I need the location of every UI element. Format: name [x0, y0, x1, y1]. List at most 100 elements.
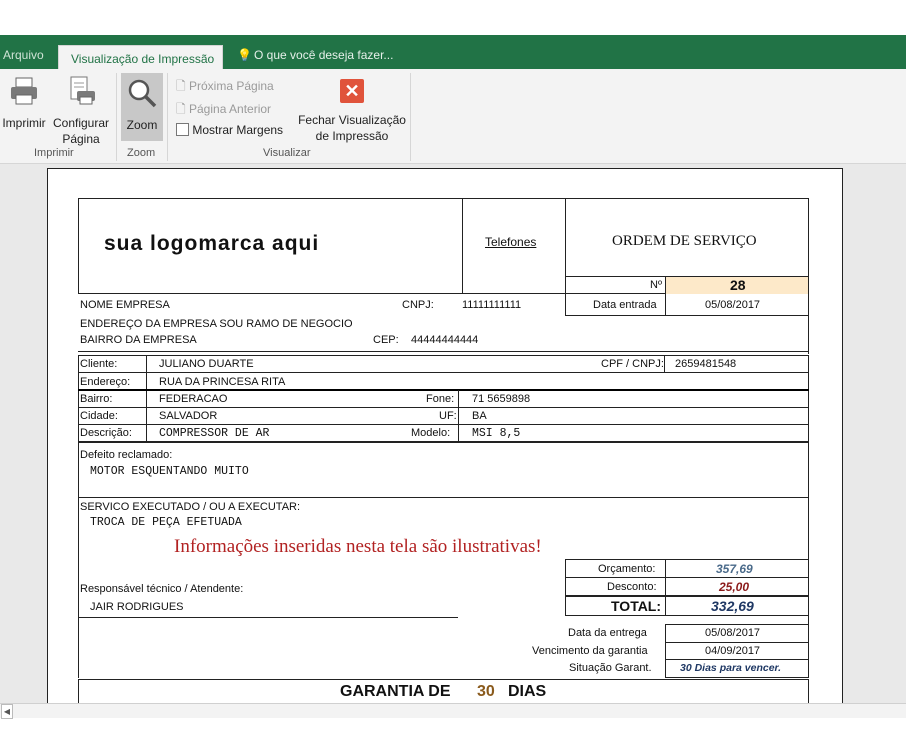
address-label: Endereço: — [80, 376, 131, 388]
telefones-label: Telefones — [485, 235, 537, 249]
divider — [808, 498, 809, 618]
show-margins-checkbox[interactable]: Mostrar Margens — [176, 123, 283, 137]
city-label: Cidade: — [80, 410, 118, 422]
city-value: SALVADOR — [159, 410, 218, 422]
cpf-value: 2659481548 — [675, 358, 737, 370]
magnifier-icon — [128, 79, 157, 108]
cep-value: 44444444444 — [411, 334, 479, 346]
close-preview-label-1: Fechar Visualização — [298, 113, 406, 127]
technician-label: Responsável técnico / Atendente: — [80, 583, 244, 595]
illustrative-notice: Informações inseridas nesta tela são ilu… — [174, 536, 542, 557]
ribbon-body: Imprimir Configurar Página Imprimir Zoom… — [0, 69, 906, 164]
guarantee-prefix: GARANTIA DE — [340, 683, 451, 700]
company-address: ENDEREÇO DA EMPRESA SOU RAMO DE NEGOCIO — [80, 318, 353, 330]
divider — [808, 276, 809, 354]
show-margins-label: Mostrar Margens — [192, 123, 284, 137]
ribbon-tab-bar: Arquivo Visualização de Impressão 💡 O qu… — [0, 35, 906, 70]
page-setup-icon — [70, 76, 95, 105]
print-label: Imprimir — [2, 116, 46, 130]
close-preview-button[interactable]: ✕ Fechar Visualização de Impressão — [297, 79, 407, 144]
phone-label: Fone: — [426, 393, 455, 405]
model-label: Modelo: — [411, 427, 451, 439]
page-setup-label-1: Configurar — [52, 116, 110, 130]
page-setup-label-2: Página — [62, 132, 100, 146]
divider — [78, 372, 809, 373]
next-page-button[interactable]: 🗋 Próxima Página — [176, 77, 274, 98]
description-value: COMPRESSOR DE AR — [159, 427, 270, 440]
divider — [665, 659, 809, 660]
checkbox-icon — [176, 123, 189, 136]
divider — [664, 355, 665, 372]
zoom-button[interactable]: Zoom — [121, 73, 163, 141]
tab-print-preview[interactable]: Visualização de Impressão — [58, 45, 223, 70]
client-value: JULIANO DUARTE — [159, 358, 254, 370]
next-page-icon: 🗋 — [176, 79, 186, 93]
company-name: NOME EMPRESA — [80, 299, 170, 311]
description-label: Descrição: — [80, 427, 132, 439]
printer-icon — [11, 77, 37, 105]
phone-value: 71 5659898 — [472, 393, 531, 405]
zoom-label: Zoom — [126, 118, 158, 132]
guarantee-suffix: DIAS — [508, 683, 547, 700]
number-value: 28 — [730, 277, 746, 293]
divider — [78, 407, 809, 408]
divider — [458, 390, 459, 442]
logo-placeholder: sua logomarca aqui — [104, 232, 320, 255]
warranty-status-label: Situação Garant. — [569, 662, 652, 674]
district-value: FEDERACAO — [159, 393, 228, 405]
defect-label: Defeito reclamado: — [80, 449, 173, 461]
divider — [78, 424, 809, 425]
divider — [78, 617, 458, 618]
total-label: TOTAL: — [611, 598, 662, 614]
district-label: Bairro: — [80, 393, 113, 405]
tab-file[interactable]: Arquivo — [3, 48, 44, 62]
model-value: MSI 8,5 — [472, 427, 521, 440]
guarantee-days: 30 — [477, 683, 495, 700]
scroll-left-arrow-icon[interactable]: ◀ — [1, 704, 13, 719]
divider — [665, 276, 666, 315]
divider — [565, 315, 809, 316]
uf-value: BA — [472, 410, 487, 422]
tell-me-search[interactable]: O que você deseja fazer... — [254, 48, 393, 62]
cep-label: CEP: — [373, 334, 399, 346]
divider — [78, 351, 809, 352]
warranty-status-value: 30 Dias para vencer. — [680, 662, 781, 674]
group-label-imprimir: Imprimir — [34, 147, 74, 159]
page-title: ORDEM DE SERVIÇO — [612, 233, 757, 249]
number-label: Nº — [650, 279, 662, 291]
client-label: Cliente: — [80, 358, 118, 370]
tab-print-preview-label: Visualização de Impressão — [71, 52, 215, 66]
group-label-visualizar: Visualizar — [263, 147, 311, 159]
divider — [462, 198, 463, 294]
preview-workspace: sua logomarca aqui Telefones ORDEM DE SE… — [0, 164, 906, 709]
divider — [78, 498, 79, 618]
next-page-label: Próxima Página — [189, 79, 274, 93]
divider — [78, 679, 809, 680]
warranty-expiry-value: 04/09/2017 — [705, 645, 761, 657]
previous-page-button[interactable]: 🗋 Página Anterior — [176, 100, 271, 121]
technician-value: JAIR RODRIGUES — [90, 601, 184, 613]
budget-label: Orçamento: — [598, 563, 656, 575]
discount-value: 25,00 — [719, 580, 750, 594]
divider — [565, 198, 566, 315]
divider — [146, 355, 147, 442]
lightbulb-icon: 💡 — [237, 48, 252, 62]
cnpj-value: 11111111111 — [462, 299, 522, 311]
group-label-zoom: Zoom — [127, 147, 156, 159]
page-setup-button[interactable]: Configurar Página — [51, 75, 111, 147]
address-value: RUA DA PRINCESA RITA — [159, 376, 286, 388]
previous-page-label: Página Anterior — [189, 102, 272, 116]
warranty-expiry-label: Vencimento da garantia — [532, 645, 648, 657]
close-icon: ✕ — [340, 79, 364, 103]
divider — [565, 559, 809, 560]
divider — [565, 615, 809, 616]
divider — [78, 389, 809, 391]
previous-page-icon: 🗋 — [176, 102, 186, 116]
group-separator — [410, 73, 411, 161]
cpf-label: CPF / CNPJ: — [601, 358, 664, 370]
service-label: SERVICO EXECUTADO / OU A EXECUTAR: — [80, 501, 301, 513]
print-button[interactable]: Imprimir — [0, 75, 48, 131]
divider — [565, 559, 566, 616]
preview-page: sua logomarca aqui Telefones ORDEM DE SE… — [47, 168, 843, 709]
horizontal-scrollbar[interactable]: ◀ — [0, 703, 906, 719]
